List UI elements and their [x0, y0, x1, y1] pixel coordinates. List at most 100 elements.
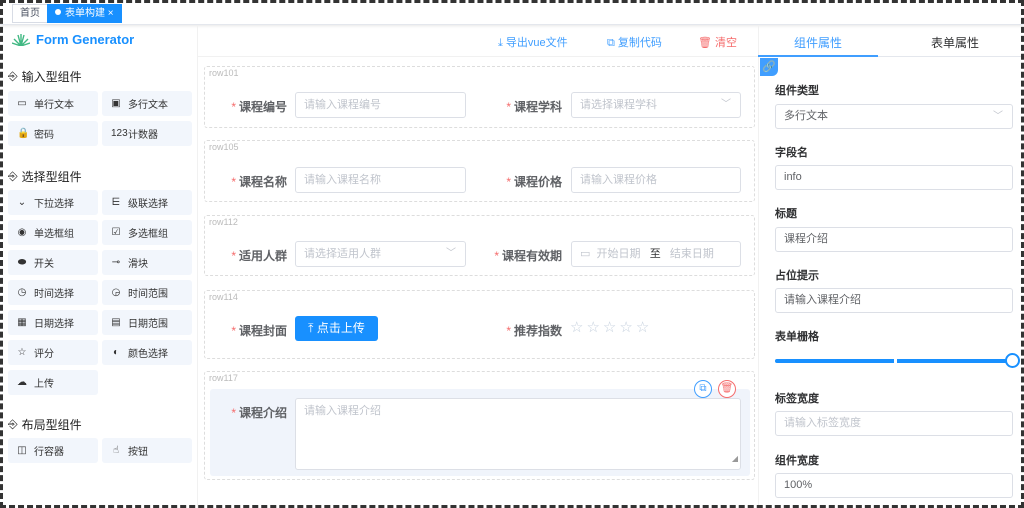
span-slider[interactable] [775, 353, 1020, 368]
component-item[interactable]: 🔒 密码 [8, 121, 98, 146]
component-icon: ◫ [17, 445, 27, 456]
prop-label: 占位提示 [775, 270, 819, 282]
prop-label: 表单栅格 [775, 331, 819, 343]
component-icon: ◶ [111, 287, 121, 298]
validity-date-range[interactable]: ▭ 开始日期 至 结束日期 [571, 241, 741, 267]
copy-label: 复制代码 [617, 37, 662, 49]
component-label: 时间范围 [128, 289, 168, 300]
download-icon: ⤓ [498, 37, 506, 49]
star-icon[interactable]: ☆ [619, 319, 632, 336]
slider-thumb[interactable] [1005, 353, 1020, 368]
tab-form-props[interactable]: 表单属性 [900, 34, 1010, 51]
component-width-input[interactable]: 100% [775, 473, 1013, 498]
star-icon[interactable]: ☆ [570, 319, 583, 336]
field-label: * 课程名称 [231, 175, 287, 189]
chevron-down-icon: ﹀ [721, 99, 731, 110]
component-icon: ▦ [17, 317, 27, 328]
component-type-select[interactable]: 多行文本 ﹀ [775, 104, 1013, 129]
star-icon[interactable]: ☆ [603, 319, 616, 336]
row-tag: row101 [209, 68, 239, 78]
component-item[interactable]: ▭ 单行文本 [8, 91, 98, 116]
row-tag: row114 [209, 292, 238, 302]
component-item[interactable]: ☑ 多选框组 [102, 220, 192, 245]
component-item[interactable]: ☆ 评分 [8, 340, 98, 365]
active-dot-icon [55, 9, 61, 15]
tab-bar: 首页 表单构建 × [0, 0, 1024, 25]
course-intro-textarea[interactable]: 请输入课程介绍 ◢ [295, 398, 741, 470]
group-heading: ⎆ 布局型组件 [8, 417, 82, 432]
component-icon: ⋿ [111, 197, 121, 208]
component-icon: ▤ [111, 317, 121, 328]
component-item[interactable]: ◶ 时间范围 [102, 280, 192, 305]
component-group-icon: ⎆ [8, 417, 18, 431]
row-tag: row105 [209, 142, 239, 152]
rating[interactable]: ☆ ☆ ☆ ☆ ☆ [570, 318, 652, 337]
delete-field-button[interactable]: 🗑 [718, 380, 736, 398]
field-label: * 课程介绍 [231, 406, 287, 420]
tab-label: 首页 [20, 8, 40, 19]
field-label: * 课程封面 [231, 324, 287, 338]
title-input[interactable]: 课程介绍 [775, 227, 1013, 252]
row-tag: row112 [209, 217, 238, 227]
component-item[interactable]: ◉ 单选框组 [8, 220, 98, 245]
component-label: 密码 [34, 130, 54, 141]
star-icon[interactable]: ☆ [586, 319, 599, 336]
tab-label: 表单构建 [65, 8, 105, 19]
component-item[interactable]: ☁ 上传 [8, 370, 98, 395]
component-label: 颜色选择 [128, 349, 168, 360]
component-label: 行容器 [34, 447, 64, 458]
label-width-input[interactable]: 请输入标签宽度 [775, 411, 1013, 436]
component-item[interactable]: ⋿ 级联选择 [102, 190, 192, 215]
course-name-input[interactable]: 请输入课程名称 [295, 167, 466, 193]
component-label: 下拉选择 [34, 199, 74, 210]
component-item[interactable]: ▦ 日期选择 [8, 310, 98, 335]
course-subject-select[interactable]: 请选择课程学科 ﹀ [571, 92, 741, 118]
upload-icon: ⤒ [308, 321, 317, 335]
component-item[interactable]: ⊸ 滑块 [102, 250, 192, 275]
divider [198, 56, 758, 57]
field-label: * 推荐指数 [506, 324, 562, 338]
course-price-input[interactable]: 请输入课程价格 [571, 167, 741, 193]
export-vue-button[interactable]: ⤓ 导出vue文件 [498, 33, 568, 51]
tab-home[interactable]: 首页 [12, 4, 48, 23]
chevron-down-icon: ﹀ [446, 248, 456, 259]
component-item[interactable]: ◐ 颜色选择 [102, 340, 192, 365]
audience-select[interactable]: 请选择适用人群 ﹀ [295, 241, 466, 267]
course-code-input[interactable]: 请输入课程编号 [295, 92, 466, 118]
component-icon: ☑ [111, 227, 121, 238]
component-label: 评分 [34, 349, 54, 360]
tab-component-props[interactable]: 组件属性 [758, 34, 878, 51]
component-item[interactable]: ⬬ 开关 [8, 250, 98, 275]
star-icon[interactable]: ☆ [636, 319, 649, 336]
upload-button[interactable]: ⤒ 点击上传 [295, 316, 378, 341]
prop-label: 标题 [775, 208, 797, 220]
calendar-icon: ▭ [580, 248, 591, 260]
component-item[interactable]: ⌄ 下拉选择 [8, 190, 98, 215]
field-name-input[interactable]: info [775, 165, 1013, 190]
copy-field-button[interactable]: ⧉ [694, 380, 712, 398]
component-item[interactable]: ▣ 多行文本 [102, 91, 192, 116]
component-label: 多选框组 [128, 229, 168, 240]
tab-form-builder[interactable]: 表单构建 × [47, 4, 122, 23]
copy-code-button[interactable]: ⧉ 复制代码 [607, 33, 662, 51]
logo-text: Form Generator [36, 32, 135, 47]
component-item[interactable]: ◷ 时间选择 [8, 280, 98, 305]
close-icon[interactable]: × [108, 8, 114, 19]
component-item[interactable]: ▤ 日期范围 [102, 310, 192, 335]
component-label: 计数器 [128, 130, 158, 141]
trash-icon: 🗑 [698, 37, 716, 49]
component-icon: 🔒 [17, 128, 30, 139]
link-icon[interactable]: 🔗 [760, 58, 778, 76]
component-item[interactable]: 123 计数器 [102, 121, 192, 146]
component-icon: ⬬ [17, 257, 27, 268]
field-label: * 适用人群 [231, 249, 287, 263]
clear-button[interactable]: 🗑 清空 [698, 33, 737, 51]
placeholder-input[interactable]: 请输入课程介绍 [775, 288, 1013, 313]
component-item[interactable]: ☝ 按钮 [102, 438, 192, 463]
slider-stop [894, 359, 897, 363]
component-icon: ◷ [17, 287, 27, 298]
component-item[interactable]: ◫ 行容器 [8, 438, 98, 463]
component-icon: ◐ [112, 347, 120, 358]
prop-label: 组件宽度 [775, 455, 819, 467]
export-label: 导出vue文件 [505, 37, 568, 49]
